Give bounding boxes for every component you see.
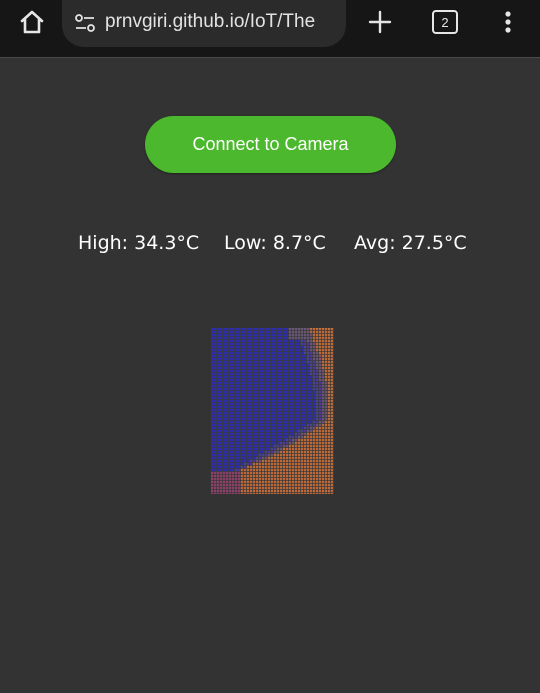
- plus-icon: [368, 10, 392, 34]
- home-button[interactable]: [14, 8, 50, 36]
- new-tab-button[interactable]: [364, 6, 396, 38]
- tab-count: 2: [441, 14, 449, 30]
- thermal-image: [211, 328, 334, 494]
- home-icon: [20, 10, 44, 34]
- connect-camera-button[interactable]: Connect to Camera: [145, 116, 396, 173]
- more-vert-icon: [505, 11, 511, 33]
- address-bar[interactable]: prnvgiri.github.io/IoT/The: [62, 0, 346, 47]
- site-settings-icon[interactable]: [74, 12, 96, 34]
- stat-avg: Avg: 27.5°C: [354, 232, 467, 254]
- tab-switcher-button[interactable]: 2: [432, 10, 458, 34]
- url-text[interactable]: prnvgiri.github.io/IoT/The: [105, 11, 315, 33]
- stat-high: High: 34.3°C: [78, 232, 200, 254]
- browser-toolbar: prnvgiri.github.io/IoT/The 2: [0, 0, 540, 58]
- temperature-stats: High: 34.3°C Low: 8.7°C Avg: 27.5°C: [0, 232, 540, 260]
- stat-low: Low: 8.7°C: [224, 232, 326, 254]
- more-menu-button[interactable]: [496, 6, 520, 38]
